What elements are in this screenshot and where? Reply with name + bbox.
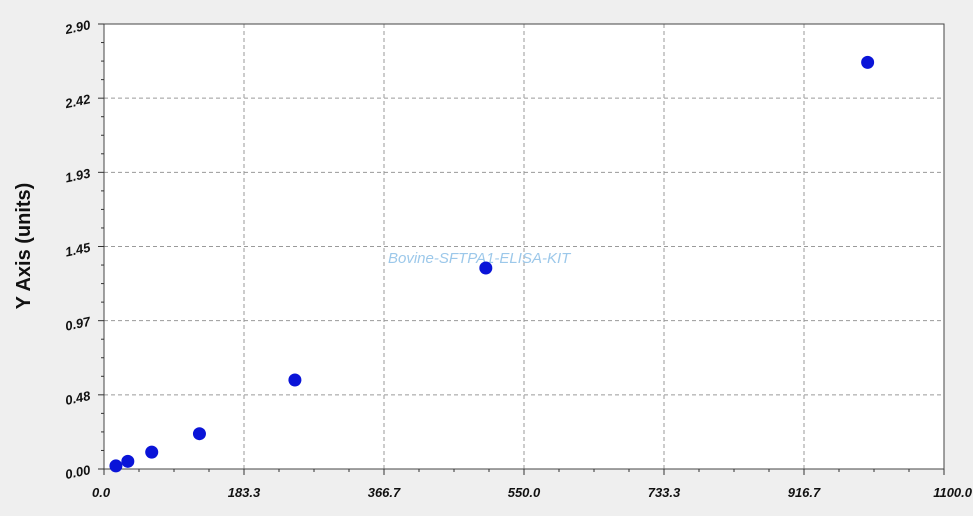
- data-point: [861, 55, 875, 69]
- data-point: [192, 427, 206, 441]
- y-tick-label: 0.00: [64, 462, 93, 482]
- scatter-chart: 0.0 183.3 366.7 550.0 733.3 916.7 1100.0 0.00 0.…: [13, 17, 973, 500]
- y-tick-label: 1.93: [64, 165, 93, 185]
- x-tick-label: 733.3: [648, 485, 681, 500]
- data-point: [121, 454, 135, 468]
- x-tick-label: 550.0: [508, 485, 541, 500]
- data-point: [109, 459, 123, 473]
- y-tick-label: 0.97: [64, 314, 93, 334]
- y-axis-title: Y Axis (units): [13, 183, 35, 310]
- x-tick-label: 1100.0: [933, 485, 973, 500]
- data-point: [145, 445, 159, 459]
- y-tick-label: 0.48: [64, 388, 93, 408]
- chart-area: 0.0 183.3 366.7 550.0 733.3 916.7 1100.0 0.00 0.…: [0, 0, 973, 516]
- data-point: [288, 373, 302, 387]
- data-point: [479, 261, 493, 275]
- y-tick-label: 2.90: [63, 17, 93, 37]
- y-tick-label: 1.45: [64, 239, 93, 259]
- chart-annotation: Bovine-SFTPA1-ELISA-KIT: [388, 250, 572, 267]
- x-tick-label: 183.3: [228, 485, 261, 500]
- x-tick-label: 0.0: [92, 485, 111, 500]
- x-tick-label: 916.7: [788, 485, 821, 500]
- x-tick-label: 366.7: [368, 485, 401, 500]
- y-tick-label: 2.42: [63, 91, 93, 111]
